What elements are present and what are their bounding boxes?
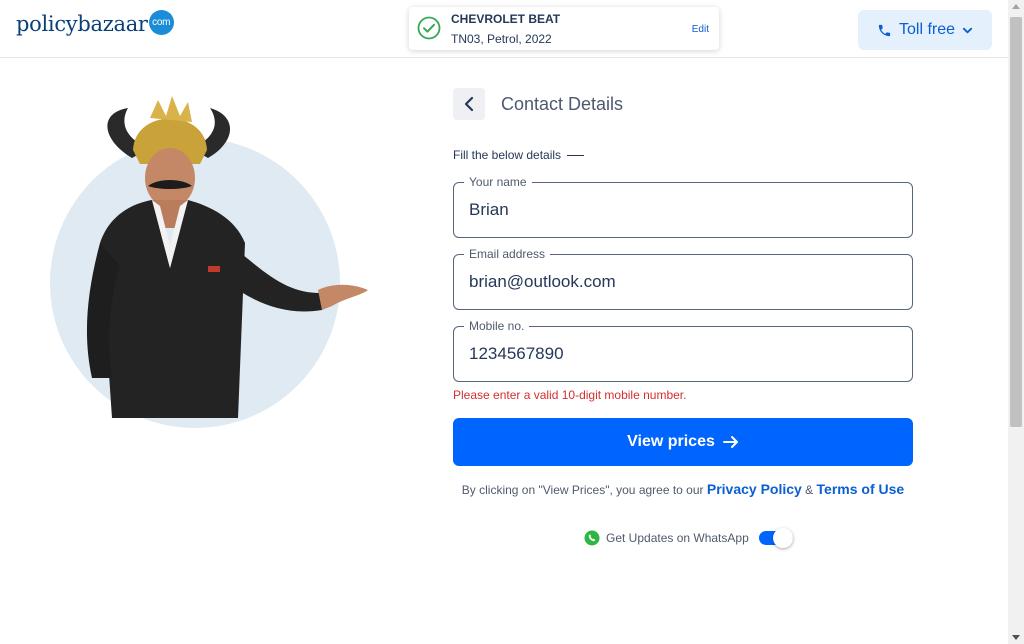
scroll-down-arrow-icon[interactable] <box>1012 635 1020 640</box>
mobile-field-label: Mobile no. <box>464 319 530 333</box>
name-field-label: Your name <box>464 175 532 189</box>
terms-prefix: By clicking on "View Prices", you agree … <box>461 483 704 497</box>
scrollbar-thumb[interactable] <box>1010 17 1022 427</box>
terms-notice: By clicking on "View Prices", you agree … <box>453 481 913 497</box>
top-header: policy bazaar com CHEVROLET BEAT TN03, P… <box>0 0 1008 58</box>
mobile-input[interactable] <box>469 344 889 364</box>
email-field-label: Email address <box>464 247 551 261</box>
view-prices-button[interactable]: View prices <box>453 418 913 466</box>
subtitle-divider <box>567 154 585 156</box>
logo-part-bazaar: bazaar <box>77 12 148 36</box>
edit-car-link[interactable]: Edit <box>692 24 709 35</box>
name-input[interactable] <box>469 200 889 220</box>
email-field: Email address <box>453 247 913 310</box>
form-subtitle: Fill the below details <box>453 148 585 162</box>
toll-free-button[interactable]: Toll free <box>858 10 992 50</box>
phone-icon <box>878 24 891 36</box>
mobile-field: Mobile no. <box>453 319 913 382</box>
email-input[interactable] <box>469 272 889 292</box>
subtitle-text: Fill the below details <box>453 148 562 162</box>
chevron-down-icon <box>962 27 973 33</box>
terms-of-use-link[interactable]: Terms of Use <box>817 481 905 497</box>
arrow-right-icon <box>722 436 738 448</box>
car-details: TN03, Petrol, 2022 <box>451 32 552 46</box>
car-summary-card: CHEVROLET BEAT TN03, Petrol, 2022 Edit <box>409 7 719 50</box>
terms-amp: & <box>805 483 814 497</box>
policybazaar-logo[interactable]: policy bazaar com <box>16 9 174 36</box>
whatsapp-icon <box>584 530 600 546</box>
privacy-policy-link[interactable]: Privacy Policy <box>707 481 802 497</box>
logo-part-policy: policy <box>16 12 78 36</box>
toll-free-label: Toll free <box>898 21 956 38</box>
whatsapp-label: Get Updates on WhatsApp <box>606 531 749 545</box>
page-scrollbar[interactable] <box>1008 0 1024 644</box>
back-button[interactable] <box>453 88 485 120</box>
page-title: Contact Details <box>501 94 624 114</box>
whatsapp-updates-row: Get Updates on WhatsApp <box>584 528 793 548</box>
toggle-knob <box>772 528 793 548</box>
chevron-left-icon <box>464 96 474 112</box>
scroll-up-arrow-icon[interactable] <box>1012 4 1020 9</box>
name-field: Your name <box>453 175 913 238</box>
car-model: CHEVROLET BEAT <box>451 12 561 26</box>
view-prices-label: View prices <box>627 433 715 450</box>
mobile-error-message: Please enter a valid 10-digit mobile num… <box>453 388 687 402</box>
whatsapp-toggle[interactable] <box>758 528 793 548</box>
check-circle-icon <box>417 16 441 40</box>
logo-com-badge: com <box>148 9 174 35</box>
brand-ambassador-illustration <box>50 96 368 428</box>
